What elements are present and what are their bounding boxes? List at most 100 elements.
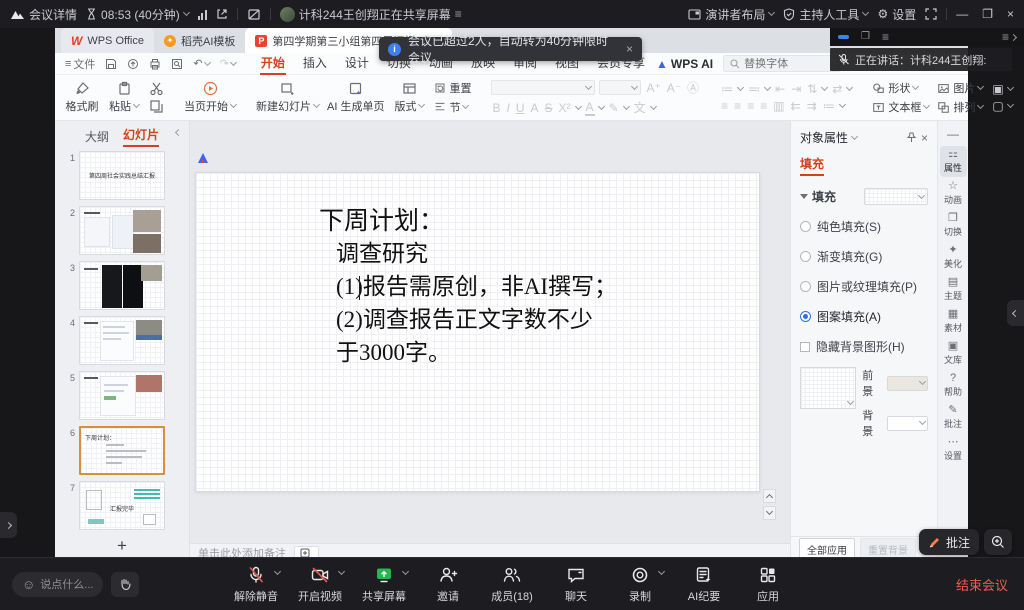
wps-ai-button[interactable]: ▲ WPS AI: [656, 57, 713, 71]
host-tools-menu[interactable]: 主持人工具: [783, 6, 868, 23]
reset-button[interactable]: 重置: [434, 80, 471, 96]
slide-thumbnail-7[interactable]: 汇报完毕: [79, 481, 165, 530]
rail-collapse-icon[interactable]: —: [947, 127, 959, 141]
invite-button[interactable]: 邀请: [426, 565, 470, 604]
print-preview-button[interactable]: [171, 58, 183, 70]
record-button[interactable]: 录制: [618, 565, 662, 604]
wps-ai-float-logo[interactable]: [196, 151, 210, 165]
background-color-select[interactable]: [887, 416, 928, 431]
slide-body-text[interactable]: 调查研究 (1)报告需原创，非AI撰写； (2)调查报告正文字数不少 于3000…: [336, 237, 617, 369]
copy-icon[interactable]: [149, 99, 164, 114]
save-button[interactable]: [105, 58, 117, 70]
chevron-down-icon[interactable]: [274, 567, 281, 574]
pin-icon[interactable]: [906, 132, 917, 143]
meeting-sidebar-expand-handle[interactable]: [0, 512, 17, 538]
tab-wps-home[interactable]: W WPS Office: [61, 28, 154, 53]
members-button[interactable]: 成员(18): [490, 565, 534, 604]
add-slide-button[interactable]: +: [55, 536, 189, 556]
start-video-button[interactable]: 开启视频: [298, 565, 342, 604]
pattern-picker[interactable]: [800, 367, 856, 409]
video-minimize-icon[interactable]: [838, 35, 849, 39]
chevron-down-icon[interactable]: [402, 567, 409, 574]
meeting-timer[interactable]: 08:53 (40分钟): [86, 6, 189, 23]
share-screen-button[interactable]: 共享屏幕: [362, 565, 406, 604]
sharing-list-icon[interactable]: ≡: [455, 8, 462, 20]
arrange-button[interactable]: 排列: [937, 99, 983, 115]
close-button[interactable]: ×: [1007, 7, 1014, 21]
fullscreen-button[interactable]: [925, 8, 937, 20]
video-list-icon[interactable]: ≡: [882, 31, 889, 43]
end-meeting-button[interactable]: 结束会议: [952, 569, 1012, 600]
hide-background-checkbox[interactable]: 隐藏背景图形(H): [800, 338, 928, 355]
chevron-down-icon[interactable]: [658, 567, 665, 574]
rail-item-beautify[interactable]: ✦美化: [940, 242, 967, 273]
fill-option-pattern[interactable]: 图案填充(A): [800, 308, 928, 325]
chevron-down-icon[interactable]: [338, 567, 345, 574]
settings-button[interactable]: ⚙ 设置: [877, 6, 916, 23]
panel-expand-icon[interactable]: ≡: [1002, 31, 1009, 43]
rail-item-help[interactable]: ?帮助: [940, 370, 967, 401]
popout-icon[interactable]: [216, 8, 228, 20]
rail-item-transition[interactable]: ❐切换: [940, 210, 967, 241]
print-button[interactable]: [149, 58, 161, 70]
toast-close-icon[interactable]: ×: [626, 42, 633, 56]
chat-button[interactable]: 聊天: [554, 565, 598, 604]
ribbon-tab-insert[interactable]: 插入: [302, 52, 328, 75]
slide-thumbnail-6-selected[interactable]: 下周计划：: [79, 426, 165, 475]
rail-item-theme[interactable]: ▤主题: [940, 274, 967, 305]
rail-item-properties[interactable]: ⚏属性: [940, 146, 967, 177]
slide-title-text[interactable]: 下周计划：: [319, 201, 444, 237]
font-search-input[interactable]: [744, 58, 834, 70]
format-painter-button[interactable]: 格式刷: [65, 81, 99, 114]
video-list-expand-handle[interactable]: [1007, 300, 1024, 326]
minimize-button[interactable]: —: [956, 7, 968, 21]
fill-option-solid[interactable]: 纯色填充(S): [800, 218, 928, 235]
export-button[interactable]: [127, 58, 139, 70]
cut-icon[interactable]: [149, 81, 164, 96]
panel-collapse-icon[interactable]: [175, 129, 182, 136]
undo-button[interactable]: ↶: [193, 57, 209, 70]
magnifier-button[interactable]: [984, 529, 1012, 555]
paste-button[interactable]: 粘贴: [107, 81, 141, 114]
rail-item-assets[interactable]: ▦素材: [940, 306, 967, 337]
quick-chat-input[interactable]: ☺ 说点什么...: [12, 572, 103, 597]
section-collapse-icon[interactable]: [800, 194, 808, 199]
fill-tab[interactable]: 填充: [800, 155, 824, 176]
rail-item-library[interactable]: ▣文库: [940, 338, 967, 369]
editor-canvas[interactable]: 下周计划： 调查研究 (1)报告需原创，非AI撰写； (2)调查报告正文字数不少…: [190, 121, 790, 562]
raise-hand-button[interactable]: [111, 572, 139, 597]
slide-canvas[interactable]: 下周计划： 调查研究 (1)报告需原创，非AI撰写； (2)调查报告正文字数不少…: [195, 172, 760, 492]
fill-preview-select[interactable]: [864, 188, 928, 205]
meeting-detail[interactable]: 会议详情: [10, 6, 77, 23]
apps-button[interactable]: 应用: [746, 565, 790, 604]
textbox-button[interactable]: 文本框: [872, 99, 929, 115]
annotate-button[interactable]: 批注: [919, 529, 979, 555]
tab-slides[interactable]: 幻灯片: [123, 126, 159, 147]
ribbon-tab-design[interactable]: 设计: [344, 52, 370, 75]
video-grid-icon[interactable]: ❐: [861, 32, 870, 42]
play-from-current-button[interactable]: 当页开始: [184, 81, 236, 114]
fill-option-picture[interactable]: 图片或纹理填充(P): [800, 278, 928, 295]
ai-minutes-button[interactable]: AI纪要: [682, 565, 726, 604]
rail-item-comments[interactable]: ✎批注: [940, 402, 967, 433]
picture-button[interactable]: 图片: [937, 80, 983, 96]
slide-thumbnail-4[interactable]: [79, 316, 165, 365]
file-menu[interactable]: ≡ 文件: [65, 56, 95, 72]
ai-generate-page-button[interactable]: AI 生成单页: [327, 81, 384, 114]
rail-item-animation[interactable]: ☆动画: [940, 178, 967, 209]
ribbon-tab-home[interactable]: 开始: [260, 52, 286, 75]
close-panel-icon[interactable]: ×: [921, 131, 928, 145]
shapes-button[interactable]: 形状: [872, 80, 929, 96]
chevron-down-icon[interactable]: [851, 132, 858, 139]
layout-menu[interactable]: 演讲者布局: [688, 6, 774, 23]
tab-outline[interactable]: 大纲: [85, 128, 109, 145]
fill-option-gradient[interactable]: 渐变填充(G): [800, 248, 928, 265]
slide-thumbnail-2[interactable]: [79, 206, 165, 255]
network-signal-icon[interactable]: [198, 9, 207, 20]
shared-doc-icon[interactable]: [247, 8, 261, 21]
tab-docer-template[interactable]: ✦ 稻壳AI模板: [154, 28, 245, 53]
maximize-button[interactable]: ❐: [982, 7, 993, 21]
slide-thumbnail-1[interactable]: 第四周社会实践总结汇报: [79, 151, 165, 200]
font-search-box[interactable]: [723, 55, 841, 72]
prev-slide-button[interactable]: [763, 489, 776, 503]
